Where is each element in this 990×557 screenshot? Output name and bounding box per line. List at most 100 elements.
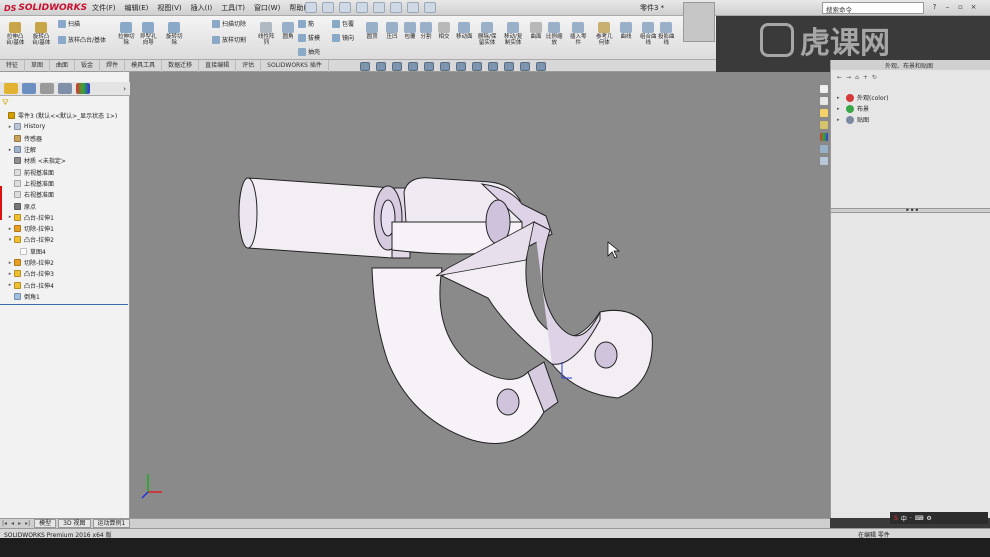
ime-logo-icon[interactable]: S bbox=[894, 515, 898, 522]
feature-tree-item[interactable]: ▸ History bbox=[0, 121, 130, 132]
feature-tree-item[interactable]: 右视基准面 bbox=[0, 189, 130, 200]
expand-toggle-icon[interactable]: ▸ bbox=[6, 271, 14, 277]
command-tab-3[interactable]: 钣金 bbox=[75, 60, 101, 72]
model-tab-0[interactable]: 模型 bbox=[34, 519, 57, 528]
appearance-tree-item[interactable]: ▸ 外观(color) bbox=[837, 92, 888, 103]
refresh-icon[interactable]: ↻ bbox=[872, 74, 877, 81]
view-settings-icon[interactable] bbox=[520, 62, 530, 71]
expand-toggle-icon[interactable]: ▸ bbox=[6, 282, 14, 288]
ribbon-button-16[interactable]: 比例缩放 bbox=[546, 22, 563, 46]
command-tab-0[interactable]: 特征 bbox=[0, 60, 26, 72]
expand-toggle-icon[interactable]: ▸ bbox=[6, 147, 14, 153]
ribbon-small-button-4[interactable]: 筋 bbox=[298, 19, 314, 28]
ime-settings-icon[interactable]: ⚙ bbox=[926, 515, 931, 522]
feature-tree-item[interactable]: 材质 <未指定> bbox=[0, 155, 130, 166]
hide-show-icon[interactable] bbox=[472, 62, 482, 71]
pane-splitter[interactable]: ••• bbox=[831, 206, 990, 215]
expand-toggle-icon[interactable]: ▸ bbox=[837, 117, 843, 123]
ribbon-button-13[interactable]: 删除/保 留实体 bbox=[478, 22, 496, 46]
new-icon[interactable] bbox=[305, 2, 317, 13]
feature-tree-item[interactable]: ▸ 凸台-拉伸1 bbox=[0, 212, 130, 223]
chevron-right-icon[interactable]: › bbox=[123, 85, 126, 93]
back-arrow-icon[interactable]: ← bbox=[837, 74, 842, 81]
print-icon[interactable] bbox=[356, 2, 368, 13]
ribbon-small-button-2[interactable]: 扫描切除 bbox=[212, 19, 246, 28]
prev-tab-icon[interactable]: ◂ bbox=[11, 520, 14, 527]
appearance-tree-item[interactable]: ▸ 布景 bbox=[837, 103, 888, 114]
add-location-icon[interactable]: + bbox=[863, 74, 868, 81]
ribbon-button-10[interactable]: 分割 bbox=[420, 22, 432, 40]
menu-item-2[interactable]: 视图(V) bbox=[157, 3, 181, 13]
restore-icon[interactable]: ▫ bbox=[956, 2, 965, 12]
ribbon-button-4[interactable]: 旋转切除 bbox=[166, 22, 183, 46]
appearances-tab-icon[interactable] bbox=[819, 132, 829, 142]
ribbon-button-19[interactable]: 曲线 bbox=[620, 22, 632, 40]
model-tab-2[interactable]: 运动算例1 bbox=[92, 519, 131, 528]
ribbon-button-2[interactable]: 拉伸切除 bbox=[118, 22, 135, 46]
solidworks-logo[interactable]: DS SOLIDWORKS bbox=[4, 1, 87, 15]
next-tab-icon[interactable]: ▸ bbox=[18, 520, 21, 527]
ribbon-button-9[interactable]: 包覆 bbox=[404, 22, 416, 40]
feature-tree-item[interactable]: 前视基准面 bbox=[0, 166, 130, 177]
save-icon[interactable] bbox=[339, 2, 351, 13]
command-tab-4[interactable]: 焊件 bbox=[100, 60, 126, 72]
command-tab-8[interactable]: 评估 bbox=[236, 60, 262, 72]
feature-tree-item[interactable]: ▸ 切除-拉伸2 bbox=[0, 257, 130, 268]
model-tab-1[interactable]: 3D 视图 bbox=[58, 519, 91, 528]
open-icon[interactable] bbox=[322, 2, 334, 13]
ribbon-button-17[interactable]: 插入零件 bbox=[570, 22, 587, 46]
ribbon-button-15[interactable]: 曲面 bbox=[530, 22, 542, 40]
undo-icon[interactable] bbox=[373, 2, 385, 13]
command-tab-6[interactable]: 数据迁移 bbox=[162, 60, 200, 72]
ribbon-button-11[interactable]: 相交 bbox=[438, 22, 450, 40]
ime-keyboard-icon[interactable]: ⌨ bbox=[915, 515, 924, 522]
custom-properties-tab-icon[interactable] bbox=[819, 144, 829, 154]
ribbon-button-18[interactable]: 参考几 何体 bbox=[596, 22, 613, 46]
menu-item-3[interactable]: 插入(I) bbox=[191, 3, 213, 13]
view-palette-tab-icon[interactable] bbox=[819, 120, 829, 130]
display-manager-tab-icon[interactable] bbox=[76, 83, 90, 94]
view-orientation-icon[interactable] bbox=[440, 62, 450, 71]
filter-icon[interactable]: ⛛ bbox=[2, 98, 12, 108]
ribbon-button-8[interactable]: 压凹 bbox=[386, 22, 398, 40]
feature-tree-item[interactable]: 零件3 (默认<<默认>_显示状态 1>) bbox=[0, 110, 130, 121]
menu-item-1[interactable]: 编辑(E) bbox=[125, 3, 149, 13]
dynamic-annotation-icon[interactable] bbox=[424, 62, 434, 71]
feature-tree-item[interactable]: 草图4 bbox=[0, 246, 130, 257]
menu-item-0[interactable]: 文件(F) bbox=[92, 3, 116, 13]
feature-tree-item[interactable]: ▸ 凸台-拉伸3 bbox=[0, 268, 130, 279]
expand-toggle-icon[interactable]: ▸ bbox=[6, 226, 14, 232]
file-explorer-tab-icon[interactable] bbox=[819, 108, 829, 118]
forum-tab-icon[interactable] bbox=[819, 156, 829, 166]
ribbon-small-button-7[interactable]: 包覆 bbox=[332, 19, 354, 28]
ribbon-button-5[interactable]: 线性阵列 bbox=[258, 22, 275, 46]
ribbon-button-12[interactable]: 移动面 bbox=[456, 22, 473, 40]
display-pane-icon[interactable] bbox=[536, 62, 546, 71]
first-tab-icon[interactable]: |◂ bbox=[2, 520, 7, 527]
property-manager-tab-icon[interactable] bbox=[22, 83, 36, 94]
feature-tree-item[interactable]: 原点 bbox=[0, 200, 130, 211]
feature-tree-item[interactable]: ▸ 切除-拉伸1 bbox=[0, 223, 130, 234]
section-view-icon[interactable] bbox=[408, 62, 418, 71]
graphics-area[interactable] bbox=[130, 72, 830, 518]
feature-tree-item[interactable]: 传感器 bbox=[0, 133, 130, 144]
ribbon-small-button-1[interactable]: 放样凸台/基体 bbox=[58, 35, 106, 44]
command-tab-9[interactable]: SOLIDWORKS 插件 bbox=[261, 60, 329, 72]
expand-toggle-icon[interactable]: ▸ bbox=[837, 106, 843, 112]
command-tab-5[interactable]: 模具工具 bbox=[125, 60, 163, 72]
command-tab-1[interactable]: 草图 bbox=[25, 60, 51, 72]
ribbon-button-3[interactable]: 异型孔 向导 bbox=[140, 22, 157, 46]
ribbon-small-button-3[interactable]: 放样切割 bbox=[212, 35, 246, 44]
close-icon[interactable]: × bbox=[969, 2, 978, 12]
expand-toggle-icon[interactable]: ▸ bbox=[6, 260, 14, 266]
ribbon-button-20[interactable]: 组合曲线 bbox=[640, 22, 657, 46]
previous-view-icon[interactable] bbox=[392, 62, 402, 71]
ribbon-button-6[interactable]: 圆角 bbox=[282, 22, 294, 40]
rebuild-icon[interactable] bbox=[407, 2, 419, 13]
menu-item-4[interactable]: 工具(T) bbox=[221, 3, 245, 13]
feature-tree-item[interactable]: ▸ 凸台-拉伸4 bbox=[0, 279, 130, 290]
ime-mode-icon[interactable]: · bbox=[910, 515, 912, 522]
configuration-manager-tab-icon[interactable] bbox=[40, 83, 54, 94]
ribbon-button-0[interactable]: 拉伸凸 台/基体 bbox=[6, 22, 24, 46]
feature-tree-tab-icon[interactable] bbox=[4, 83, 18, 94]
